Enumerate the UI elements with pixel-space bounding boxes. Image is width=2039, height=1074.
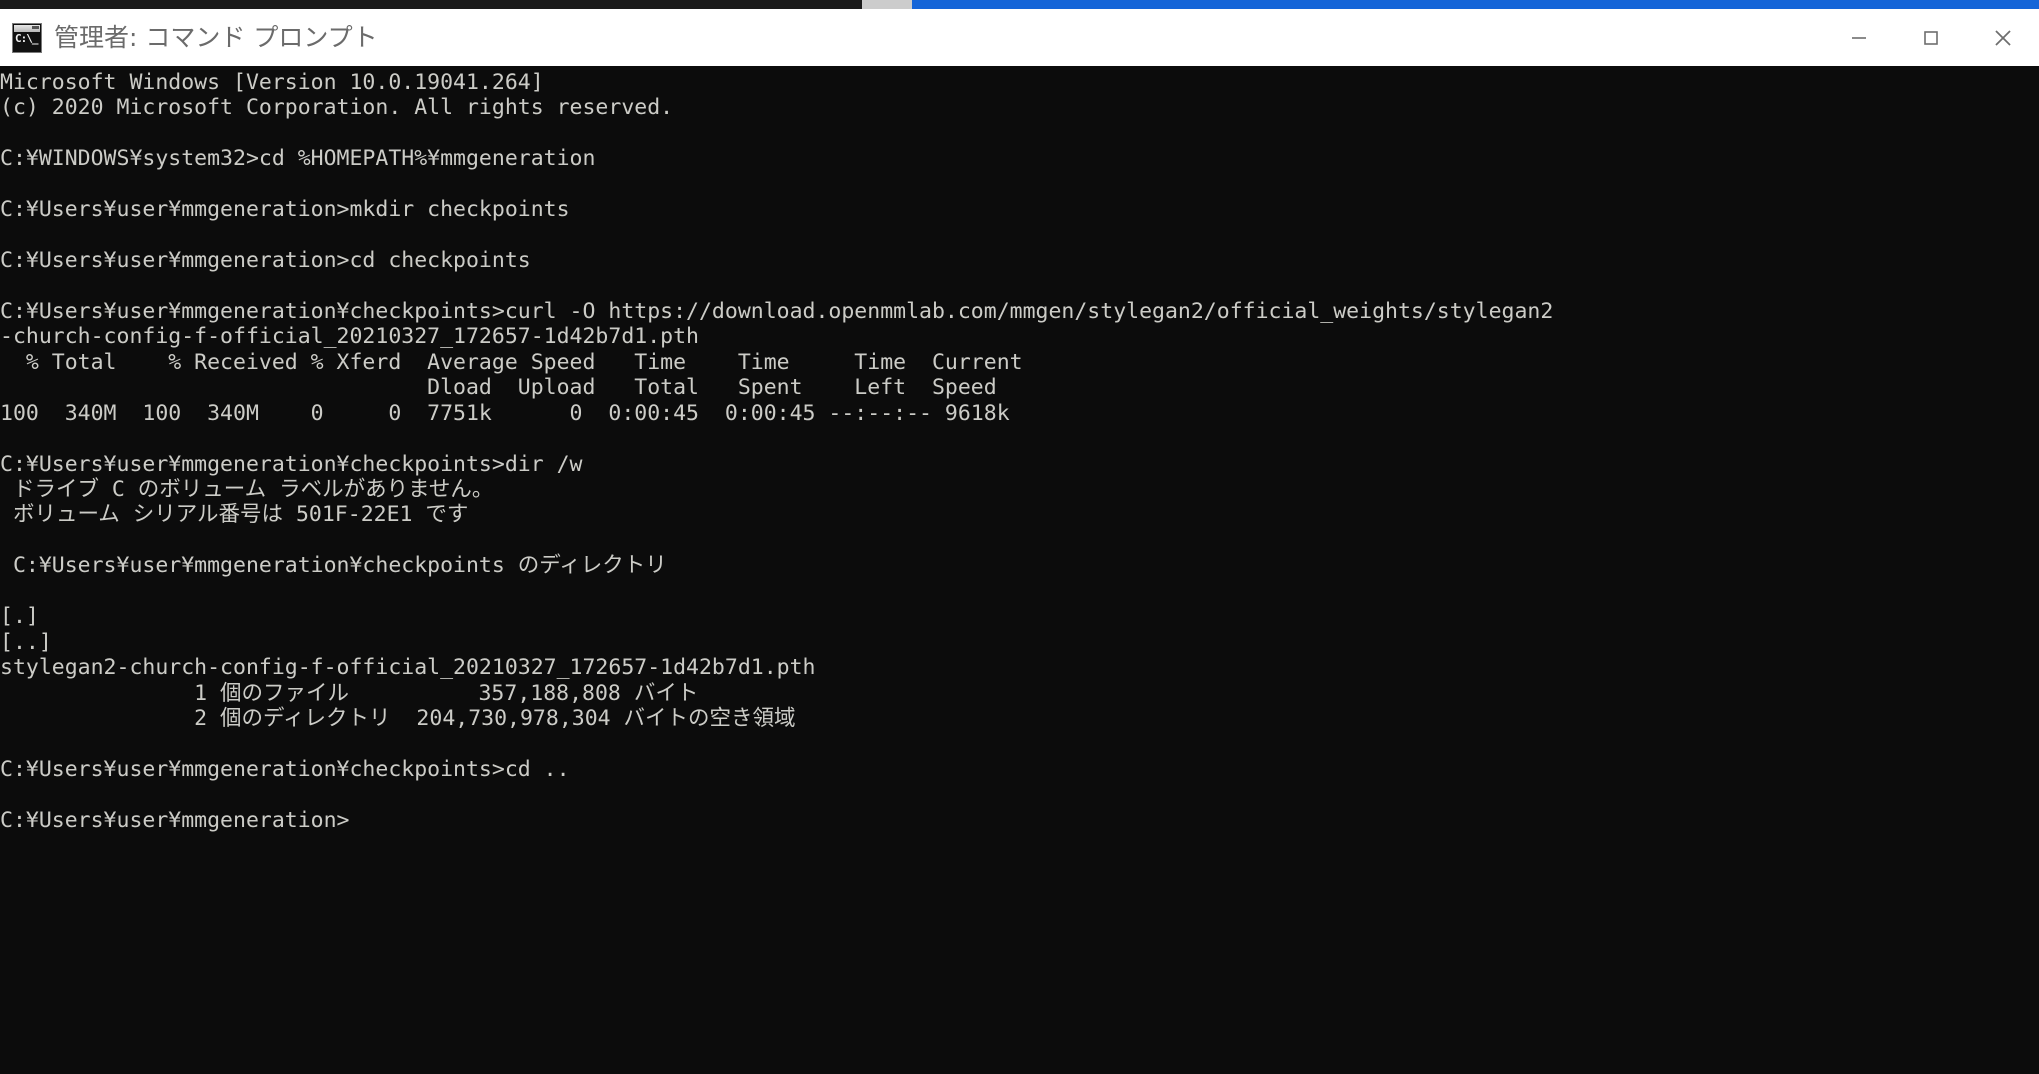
background-window-accent-bar [912, 0, 2039, 9]
close-button[interactable] [1967, 9, 2039, 66]
console-line: C:¥Users¥user¥mmgeneration¥checkpoints>d… [0, 451, 583, 477]
console-line: [..] [0, 629, 52, 655]
background-window-edge-light [862, 0, 912, 9]
console-line: 100 340M 100 340M 0 0 7751k 0 0:00:45 0:… [0, 400, 1010, 426]
console-line: ドライブ C のボリューム ラベルがありません。 [0, 477, 494, 502]
console-line: -church-config-f-official_20210327_17265… [0, 324, 699, 350]
console-line: (c) 2020 Microsoft Corporation. All righ… [0, 95, 674, 121]
console-line: C:¥Users¥user¥mmgeneration¥checkpoints>c… [0, 756, 570, 782]
console-line: Dload Upload Total Spent Left Speed [0, 375, 997, 401]
background-window-edge-dark [0, 0, 862, 9]
console-output-area[interactable]: Microsoft Windows [Version 10.0.19041.26… [0, 66, 2039, 1074]
console-line: C:¥Users¥user¥mmgeneration¥checkpoints の… [0, 553, 667, 579]
minimize-button[interactable] [1823, 9, 1895, 66]
command-prompt-icon[interactable]: C:\_ [12, 22, 42, 53]
console-line: C:¥Users¥user¥mmgeneration>mkdir checkpo… [0, 197, 570, 223]
console-line: % Total % Received % Xferd Average Speed… [0, 349, 1023, 375]
maximize-button[interactable] [1895, 9, 1967, 66]
console-line: 1 個のファイル 357,188,808 バイト [0, 680, 699, 706]
icon-titlebar-strip [14, 24, 40, 32]
console-line: 2 個のディレクトリ 204,730,978,304 バイトの空き領域 [0, 705, 796, 731]
window-title: 管理者: コマンド プロンプト [54, 23, 378, 52]
console-line: C:¥Users¥user¥mmgeneration¥checkpoints>c… [0, 298, 1554, 324]
console-line: C:¥Users¥user¥mmgeneration>cd checkpoint… [0, 248, 531, 274]
console-line: Microsoft Windows [Version 10.0.19041.26… [0, 70, 544, 95]
icon-prompt-text: C:\_ [15, 31, 38, 45]
titlebar[interactable]: C:\_ 管理者: コマンド プロンプト [0, 9, 2039, 66]
console-line: C:¥WINDOWS¥system32>cd %HOMEPATH%¥mmgene… [0, 146, 596, 172]
command-prompt-window: C:\_ 管理者: コマンド プロンプト Microsoft Windows [… [0, 0, 2039, 1074]
console-line: C:¥Users¥user¥mmgeneration> [0, 807, 350, 833]
console-line: [.] [0, 604, 39, 630]
console-text: Microsoft Windows [Version 10.0.19041.26… [0, 66, 2039, 833]
console-line: ボリューム シリアル番号は 501F-22E1 です [0, 502, 469, 528]
console-line: stylegan2-church-config-f-official_20210… [0, 655, 816, 681]
